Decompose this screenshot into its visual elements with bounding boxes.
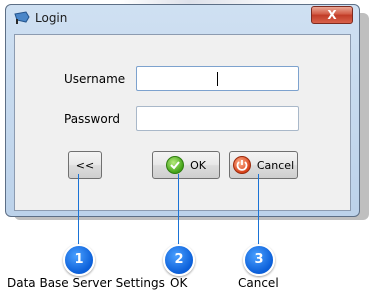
callout-badge-1: 1 xyxy=(63,244,95,276)
password-field[interactable] xyxy=(136,106,299,131)
callout-badge-2: 2 xyxy=(163,244,195,276)
close-button[interactable]: X xyxy=(311,6,353,24)
callout-caption-3: Cancel xyxy=(238,276,279,290)
server-settings-button[interactable]: << xyxy=(68,151,102,179)
checkmark-icon xyxy=(166,156,185,174)
server-settings-label: << xyxy=(75,158,95,172)
text-caret xyxy=(217,72,218,86)
cancel-label: Cancel xyxy=(256,158,295,172)
callout-connector-2 xyxy=(178,174,179,248)
callout-badge-3: 3 xyxy=(243,244,275,276)
username-label: Username xyxy=(64,72,126,86)
ok-label: OK xyxy=(190,158,206,172)
password-label: Password xyxy=(64,112,121,126)
app-icon xyxy=(14,11,30,24)
callout-caption-2: OK xyxy=(170,276,188,290)
title-bar: Login X xyxy=(6,5,359,31)
ok-button[interactable]: OK xyxy=(152,151,220,179)
callout-caption-1: Data Base Server Settings xyxy=(7,276,165,290)
username-field[interactable] xyxy=(136,66,299,91)
callout-connector-1 xyxy=(78,174,79,248)
login-form: Username Password << OK Cancel xyxy=(14,34,351,211)
power-icon xyxy=(232,156,251,174)
login-window: Login X Username Password << OK Cancel xyxy=(5,4,360,217)
cancel-button[interactable]: Cancel xyxy=(229,151,298,179)
callout-connector-3 xyxy=(258,174,259,248)
window-title: Login xyxy=(35,11,68,25)
